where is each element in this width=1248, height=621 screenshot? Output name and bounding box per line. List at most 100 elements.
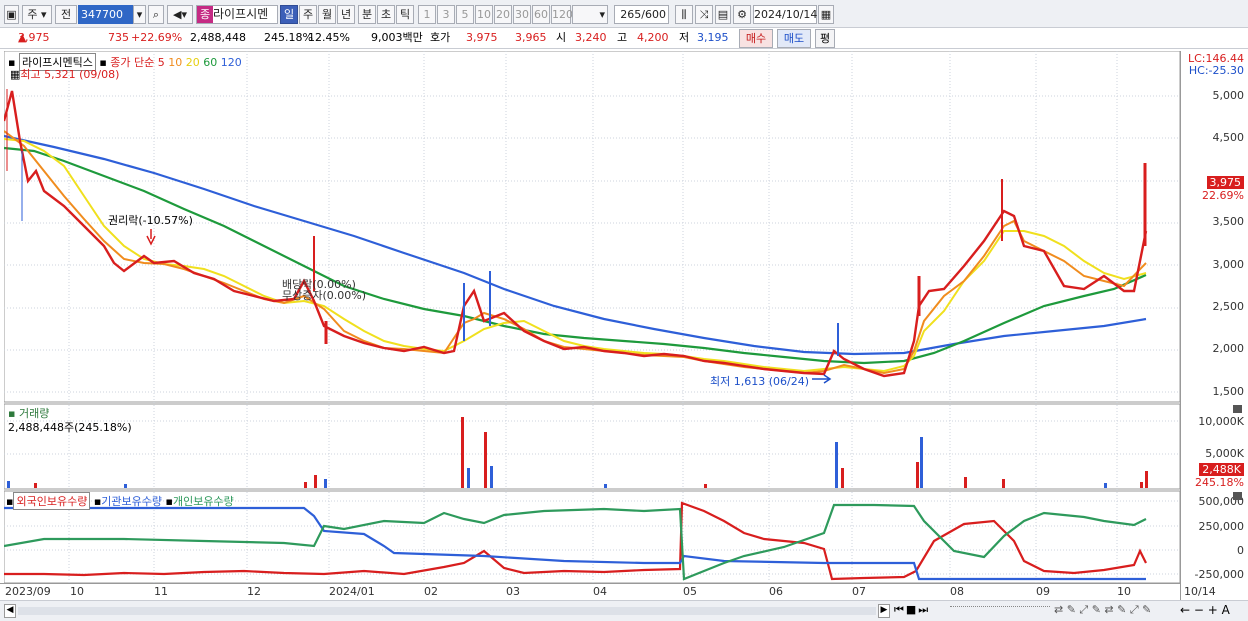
volume-ratio: 245.18%	[264, 31, 313, 44]
turnover: 12.45%	[308, 31, 350, 44]
price-change: 735	[108, 31, 129, 44]
min-60[interactable]: 60	[532, 5, 550, 24]
window-icon[interactable]: ▣	[4, 5, 19, 24]
y-tick: 1,500	[1212, 385, 1245, 398]
bullet-icon: ▪	[6, 495, 14, 508]
pct-badge: 22.69%	[1202, 189, 1244, 202]
code-dropdown-icon[interactable]: ▾	[133, 5, 146, 24]
tf-week[interactable]: 주	[299, 5, 317, 24]
close-icon[interactable]	[1233, 405, 1242, 413]
chart-area[interactable]	[4, 51, 1180, 600]
indicator-icon[interactable]: ⤨	[695, 5, 713, 24]
ma60-label[interactable]: 60	[203, 56, 217, 69]
y-tick: 3,500	[1212, 215, 1245, 228]
avg-button[interactable]: 평	[815, 29, 835, 48]
x-label: 04	[593, 585, 607, 598]
hold-tick: -250,000	[1194, 568, 1244, 581]
tf-tick[interactable]: 틱	[396, 5, 414, 24]
buy-button[interactable]: 매수	[739, 29, 773, 48]
min-20[interactable]: 20	[494, 5, 512, 24]
count-field[interactable]: 265/600	[614, 5, 669, 24]
playback-controls[interactable]: ⏮■⏭	[894, 603, 930, 617]
high-label: 고	[617, 31, 628, 44]
ma20-label[interactable]: 20	[186, 56, 200, 69]
search-icon[interactable]: ⌕	[148, 5, 164, 24]
tf-minute[interactable]: 분	[358, 5, 376, 24]
min-120[interactable]: 120	[551, 5, 573, 24]
toolbar: ▣ 주 ▾ 전 347700 ▾ ⌕ ◀▾ 종 라이프시멘 일 주 월 년 분 초…	[0, 0, 1248, 28]
x-label: 07	[852, 585, 866, 598]
period-select[interactable]: 주 ▾	[22, 5, 52, 24]
min-3[interactable]: 3	[437, 5, 455, 24]
x-label: 08	[950, 585, 964, 598]
x-label: 10	[70, 585, 84, 598]
x-label: 12	[247, 585, 261, 598]
x-axis: 2023/09 10 11 12 2024/01 02 03 04 05 06 …	[0, 583, 1216, 600]
zoom-controls[interactable]: ← − + A	[1180, 603, 1230, 617]
x-label: 2024/01	[329, 585, 375, 598]
min-10[interactable]: 10	[475, 5, 493, 24]
price-change-pct: +22.69%	[131, 31, 183, 44]
foreign-holding-label[interactable]: 외국인보유수량	[13, 492, 91, 510]
sound-icon[interactable]: ◀▾	[167, 5, 193, 24]
ask-price: 3,975	[466, 31, 498, 44]
zoom-track[interactable]	[950, 606, 1050, 616]
y-tick: 3,000	[1212, 258, 1245, 271]
ma5-label[interactable]: 5	[158, 56, 165, 69]
scroll-right-icon[interactable]: ▶	[878, 604, 890, 618]
vol-tick: 5,000K	[1205, 447, 1244, 460]
prev-button[interactable]: 전	[55, 5, 77, 24]
tf-day[interactable]: 일	[280, 5, 298, 24]
x-label: 02	[424, 585, 438, 598]
stock-tag: 종	[197, 6, 213, 23]
scrollbar-track[interactable]	[18, 607, 876, 615]
institution-holding-label[interactable]: 기관보유수량	[101, 495, 162, 508]
high-price: 4,200	[637, 31, 669, 44]
close-icon[interactable]	[1233, 492, 1242, 500]
high-note-text: 최고 5,321 (09/08)	[20, 68, 120, 81]
date-field[interactable]: 2024/10/14	[753, 5, 817, 24]
tf-month[interactable]: 월	[318, 5, 336, 24]
individual-holding-label[interactable]: 개인보유수량	[173, 495, 234, 508]
hold-tick: 0	[1237, 544, 1244, 557]
low-note: 최저 1,613 (06/24)	[710, 375, 810, 388]
x-label: 11	[154, 585, 168, 598]
code-input[interactable]: 347700	[78, 5, 133, 24]
x-label: 2023/09	[5, 585, 51, 598]
ma120-label[interactable]: 120	[221, 56, 242, 69]
low-label: 저	[679, 31, 690, 44]
x-label: 09	[1036, 585, 1050, 598]
ask-label: 호가	[430, 31, 451, 44]
candle-type-icon[interactable]: ⫼	[675, 5, 693, 24]
min-1[interactable]: 1	[418, 5, 436, 24]
min-30[interactable]: 30	[513, 5, 531, 24]
calendar-icon: ▦	[10, 68, 21, 81]
chart-tools[interactable]: ⇄ ✎ ⤢ ✎ ⇄ ✎ ⤢ ✎	[1054, 603, 1151, 617]
x-label: 10	[1117, 585, 1131, 598]
x-label: 10/14	[1184, 585, 1216, 598]
min-5[interactable]: 5	[456, 5, 474, 24]
save-icon[interactable]: ▤	[715, 5, 731, 24]
gear-icon[interactable]: ⚙	[733, 5, 751, 24]
y-axis: LC:146.44 HC:-25.30 5,000 4,500 3,500 3,…	[1180, 51, 1248, 600]
tf-second[interactable]: 초	[377, 5, 395, 24]
tf-year[interactable]: 년	[337, 5, 355, 24]
y-tick: 2,500	[1212, 300, 1245, 313]
sell-button[interactable]: 매도	[777, 29, 811, 48]
bid-price: 3,965	[515, 31, 547, 44]
bullet-icon: ▪	[165, 495, 173, 508]
scroll-left-icon[interactable]: ◀	[4, 604, 16, 618]
custom-min-select[interactable]: ▾	[572, 5, 608, 24]
volume-badge: 2,488K	[1199, 463, 1244, 476]
current-price: 3,975 ▲	[18, 28, 50, 48]
volume-info: 2,488,448주(245.18%)	[8, 421, 132, 434]
calendar-icon[interactable]: ▦	[818, 5, 834, 24]
quote-bar: 3,975 ▲ 735 +22.69% 2,488,448 245.18% 12…	[0, 28, 1248, 49]
price-badge: 3,975	[1206, 176, 1244, 189]
open-price: 3,240	[575, 31, 607, 44]
stock-name: 종 라이프시멘	[196, 5, 278, 24]
rights-note: 권리락(-10.57%)	[108, 214, 193, 227]
ma10-label[interactable]: 10	[168, 56, 182, 69]
volume-value: 2,488,448	[190, 31, 246, 44]
hc-label: HC:-25.30	[1188, 64, 1244, 77]
